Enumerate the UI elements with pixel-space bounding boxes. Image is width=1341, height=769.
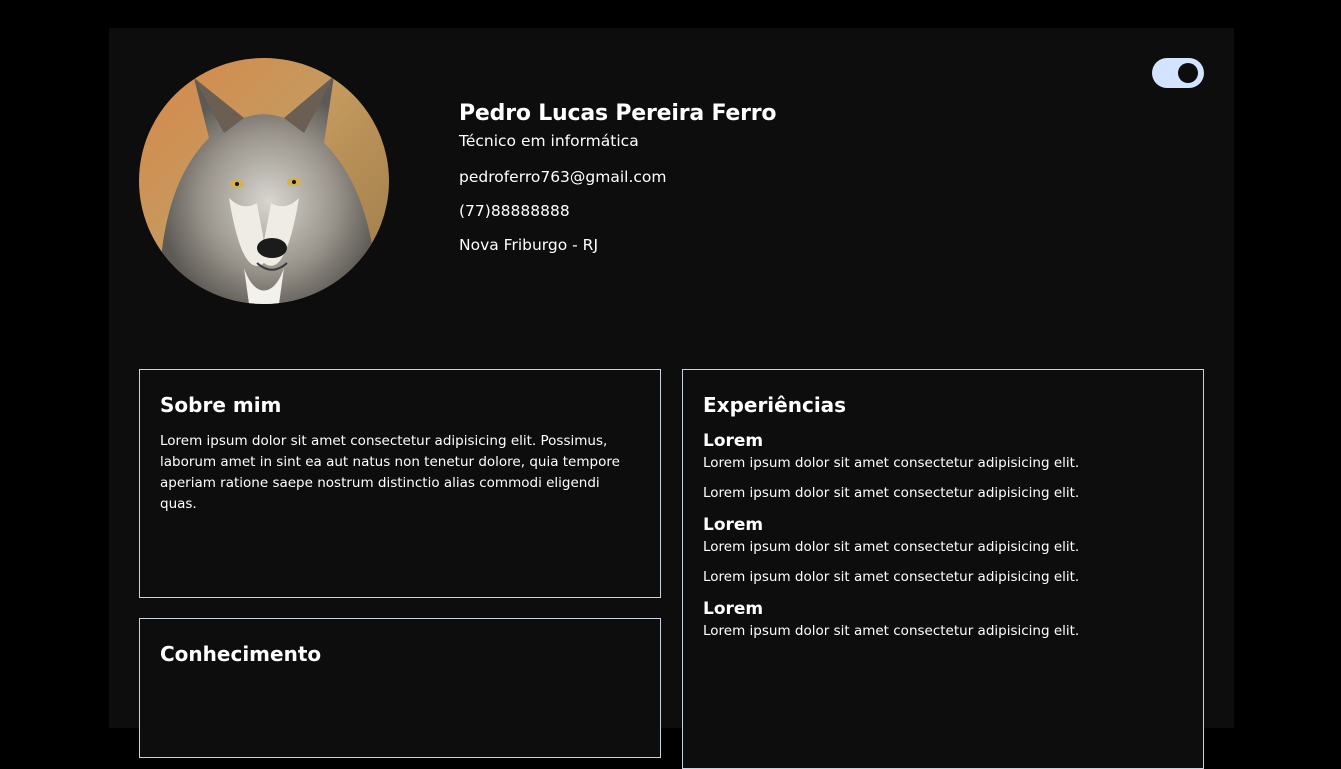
experience-item-line: Lorem ipsum dolor sit amet consectetur a… <box>703 569 1080 585</box>
about-title: Sobre mim <box>160 393 282 417</box>
experience-item-title: Lorem <box>703 599 764 619</box>
avatar <box>139 58 389 304</box>
experience-item-line: Lorem ipsum dolor sit amet consectetur a… <box>703 455 1080 471</box>
experience-item-title: Lorem <box>703 515 764 535</box>
experience-item-line: Lorem ipsum dolor sit amet consectetur a… <box>703 485 1080 501</box>
wolf-photo <box>139 58 389 304</box>
profile-phone: (77)88888888 <box>459 202 570 220</box>
experience-item-title: Lorem <box>703 431 764 451</box>
profile-role: Técnico em informática <box>459 132 639 150</box>
experience-title: Experiências <box>703 393 847 417</box>
knowledge-title: Conhecimento <box>160 642 322 666</box>
theme-toggle[interactable] <box>1152 58 1204 88</box>
profile-email: pedroferro763@gmail.com <box>459 168 667 186</box>
profile-location: Nova Friburgo - RJ <box>459 236 599 254</box>
profile-info: Pedro Lucas Pereira Ferro Técnico em inf… <box>459 98 777 268</box>
experience-item: Lorem Lorem ipsum dolor sit amet consect… <box>703 429 1183 503</box>
toggle-knob <box>1178 63 1198 83</box>
about-text: Lorem ipsum dolor sit amet consectetur a… <box>160 433 620 512</box>
experience-item: Lorem Lorem ipsum dolor sit amet consect… <box>703 513 1183 587</box>
profile-name: Pedro Lucas Pereira Ferro <box>459 101 777 126</box>
knowledge-card: Conhecimento <box>139 618 661 758</box>
experience-list: Lorem Lorem ipsum dolor sit amet consect… <box>703 429 1183 641</box>
experience-item: Lorem Lorem ipsum dolor sit amet consect… <box>703 597 1183 641</box>
resume-page: Pedro Lucas Pereira Ferro Técnico em inf… <box>109 28 1234 769</box>
about-card: Sobre mim Lorem ipsum dolor sit amet con… <box>139 369 661 598</box>
experience-item-line: Lorem ipsum dolor sit amet consectetur a… <box>703 539 1080 555</box>
experience-item-line: Lorem ipsum dolor sit amet consectetur a… <box>703 623 1080 639</box>
experience-card: Experiências Lorem Lorem ipsum dolor sit… <box>682 369 1204 769</box>
